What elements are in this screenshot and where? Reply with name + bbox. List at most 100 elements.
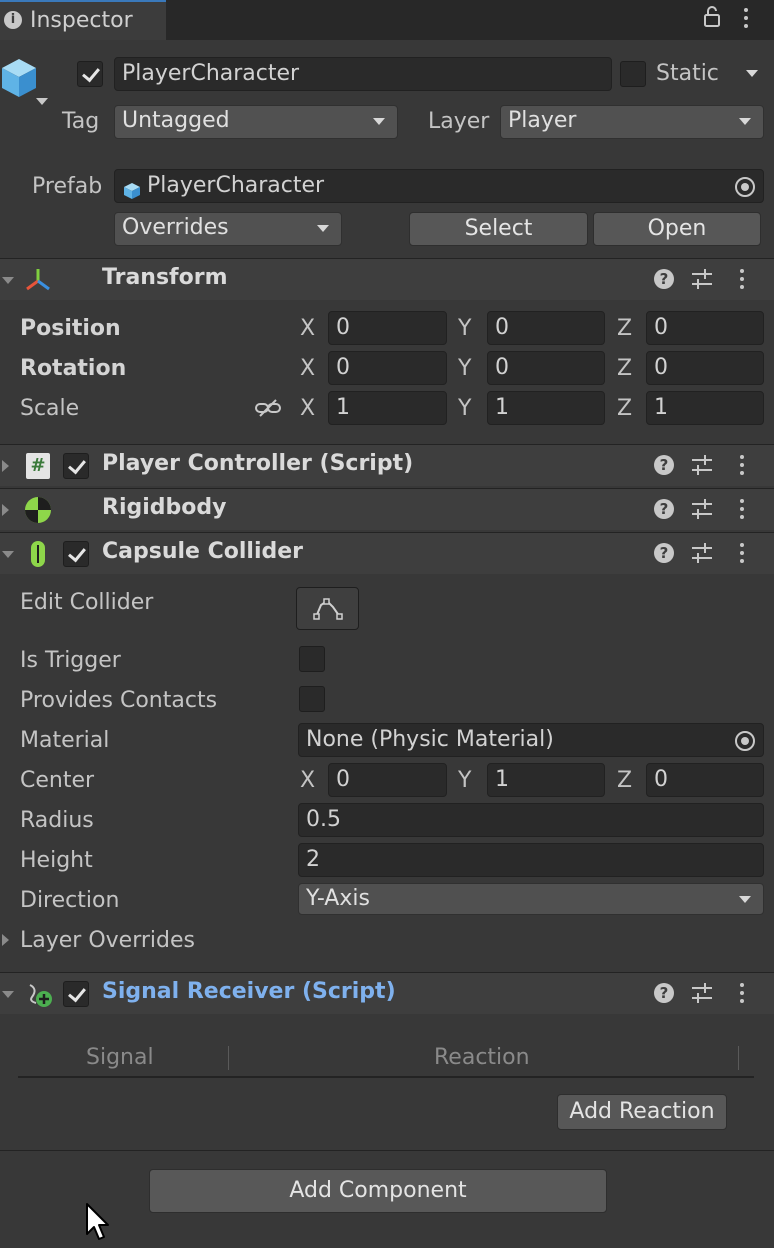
presets-icon[interactable] <box>690 267 714 291</box>
layer-value: Player <box>508 108 577 133</box>
position-y-field[interactable]: 0 <box>487 311 605 345</box>
scale-z-field[interactable]: 1 <box>646 391 764 425</box>
signal-receiver-header[interactable]: Signal Receiver (Script) ? <box>0 972 774 1014</box>
layer-overrides-label[interactable]: Layer Overrides <box>20 928 195 953</box>
scale-y-field[interactable]: 1 <box>487 391 605 425</box>
axis-z-label[interactable]: Z <box>617 396 632 421</box>
prefab-cube-icon <box>123 178 141 199</box>
component-menu-icon[interactable] <box>738 981 746 1005</box>
gameobject-name-field[interactable]: PlayerCharacter <box>114 57 612 91</box>
material-field[interactable]: None (Physic Material) <box>298 723 764 757</box>
add-reaction-button[interactable]: Add Reaction <box>557 1094 727 1130</box>
chevron-down-icon <box>739 896 751 903</box>
scale-x-field[interactable]: 1 <box>328 391 447 425</box>
object-picker-icon[interactable] <box>735 177 755 197</box>
foldout-arrow-icon[interactable] <box>2 504 9 516</box>
signal-receiver-title: Signal Receiver (Script) <box>102 979 396 1004</box>
edit-collider-icon <box>312 598 343 620</box>
tag-label: Tag <box>62 109 100 134</box>
column-signal[interactable]: Signal <box>86 1045 154 1070</box>
column-reaction[interactable]: Reaction <box>434 1045 530 1070</box>
axis-x-label[interactable]: X <box>300 768 315 793</box>
help-icon[interactable]: ? <box>654 455 674 475</box>
layer-overrides-foldout-icon[interactable] <box>2 934 9 946</box>
constrain-proportions-link-icon[interactable] <box>254 398 282 418</box>
static-checkbox[interactable] <box>620 61 646 87</box>
layer-dropdown[interactable]: Player <box>500 105 764 139</box>
presets-icon[interactable] <box>690 453 714 477</box>
chevron-down-icon <box>739 118 751 125</box>
axis-x-label[interactable]: X <box>300 396 315 421</box>
axis-x-label[interactable]: X <box>300 316 315 341</box>
overrides-dropdown[interactable]: Overrides <box>114 212 342 246</box>
icon-dropdown-caret[interactable] <box>36 98 48 105</box>
tab-inspector[interactable]: i Inspector <box>0 0 166 40</box>
axis-y-label[interactable]: Y <box>458 356 471 381</box>
foldout-arrow-icon[interactable] <box>2 551 14 558</box>
prefab-open-button[interactable]: Open <box>593 212 761 246</box>
presets-icon[interactable] <box>690 497 714 521</box>
capsule-collider-enabled-checkbox[interactable] <box>63 541 89 567</box>
player-controller-header[interactable]: # Player Controller (Script) ? <box>0 444 774 486</box>
tag-dropdown[interactable]: Untagged <box>114 105 398 139</box>
help-icon[interactable]: ? <box>654 269 674 289</box>
add-component-button[interactable]: Add Component <box>149 1169 607 1213</box>
gameobject-cube-icon <box>0 56 38 100</box>
scale-label[interactable]: Scale <box>20 396 79 421</box>
rotation-y-field[interactable]: 0 <box>487 351 605 385</box>
axis-z-label[interactable]: Z <box>617 768 632 793</box>
axis-y-label[interactable]: Y <box>458 396 471 421</box>
height-label: Height <box>20 848 93 873</box>
axis-z-label[interactable]: Z <box>617 356 632 381</box>
rotation-z-field[interactable]: 0 <box>646 351 764 385</box>
gameobject-active-checkbox[interactable] <box>77 61 103 87</box>
tab-menu-kebab-icon[interactable] <box>742 8 750 30</box>
position-label[interactable]: Position <box>20 316 121 341</box>
object-picker-icon[interactable] <box>735 731 755 751</box>
component-menu-icon[interactable] <box>738 497 746 521</box>
capsule-collider-icon <box>30 540 46 568</box>
axis-x-label[interactable]: X <box>300 356 315 381</box>
direction-dropdown[interactable]: Y-Axis <box>298 883 764 915</box>
axis-y-label[interactable]: Y <box>458 768 471 793</box>
foldout-arrow-icon[interactable] <box>2 991 14 998</box>
prefab-select-button[interactable]: Select <box>409 212 588 246</box>
position-x-field[interactable]: 0 <box>328 311 447 345</box>
signal-receiver-enabled-checkbox[interactable] <box>63 981 89 1007</box>
prefab-field[interactable]: PlayerCharacter <box>114 169 764 203</box>
radius-field[interactable]: 0.5 <box>298 803 764 837</box>
rigidbody-header[interactable]: Rigidbody ? <box>0 488 774 530</box>
foldout-arrow-icon[interactable] <box>2 277 14 284</box>
help-icon[interactable]: ? <box>654 983 674 1003</box>
position-z-field[interactable]: 0 <box>646 311 764 345</box>
static-dropdown-caret[interactable] <box>746 70 758 77</box>
foldout-arrow-icon[interactable] <box>2 460 9 472</box>
rotation-x-field[interactable]: 0 <box>328 351 447 385</box>
lock-icon[interactable] <box>704 6 720 28</box>
capsule-collider-header[interactable]: Capsule Collider ? <box>0 532 774 574</box>
center-x-field[interactable]: 0 <box>328 763 447 797</box>
player-controller-enabled-checkbox[interactable] <box>63 453 89 479</box>
rotation-label[interactable]: Rotation <box>20 356 126 381</box>
help-icon[interactable]: ? <box>654 499 674 519</box>
component-menu-icon[interactable] <box>738 453 746 477</box>
provides-contacts-checkbox[interactable] <box>299 686 325 712</box>
component-menu-icon[interactable] <box>738 267 746 291</box>
help-icon[interactable]: ? <box>654 543 674 563</box>
axis-z-label[interactable]: Z <box>617 316 632 341</box>
transform-header[interactable]: Transform ? <box>0 258 774 300</box>
center-label: Center <box>20 768 95 793</box>
column-divider <box>228 1046 229 1070</box>
center-z-field[interactable]: 0 <box>646 763 764 797</box>
center-y-field[interactable]: 1 <box>487 763 605 797</box>
tag-value: Untagged <box>122 108 230 133</box>
tab-title: Inspector <box>30 8 133 33</box>
presets-icon[interactable] <box>690 541 714 565</box>
is-trigger-checkbox[interactable] <box>299 646 325 672</box>
height-field[interactable]: 2 <box>298 843 764 877</box>
axis-y-label[interactable]: Y <box>458 316 471 341</box>
presets-icon[interactable] <box>690 981 714 1005</box>
chevron-down-icon <box>317 225 329 232</box>
component-menu-icon[interactable] <box>738 541 746 565</box>
edit-collider-button[interactable] <box>296 587 359 630</box>
